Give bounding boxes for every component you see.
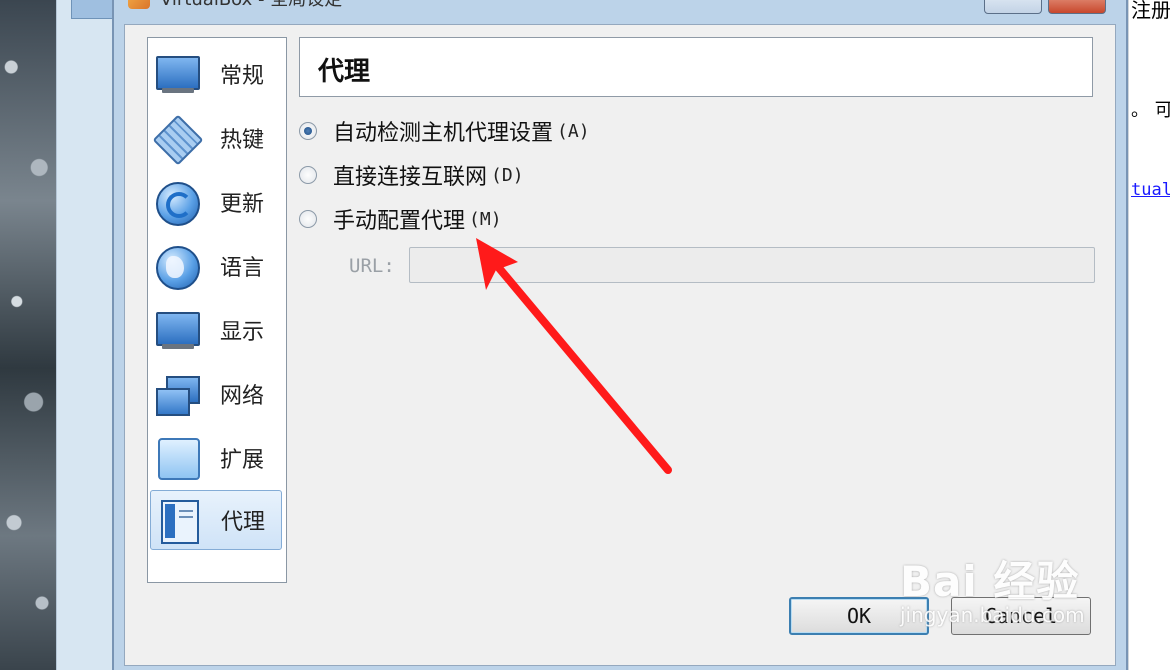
keyboard-icon [152, 114, 204, 166]
url-label: URL: [349, 255, 395, 277]
proxy-icon [155, 498, 203, 544]
url-input[interactable] [409, 247, 1095, 283]
desktop-wallpaper [0, 0, 56, 670]
proxy-option-auto[interactable]: 自动检测主机代理设置 (A) [299, 115, 590, 147]
sidebar-item-label: 语言 [220, 256, 265, 281]
accelerator-key: (M) [469, 208, 502, 230]
sidebar-item-label: 更新 [220, 192, 265, 217]
radio-button[interactable] [299, 166, 317, 184]
background-window-strip [56, 0, 113, 670]
background-link[interactable]: tual [1131, 180, 1170, 200]
accelerator-key: (D) [491, 164, 524, 186]
page-header: 代理 [299, 37, 1093, 97]
settings-sidebar: 常规 热键 更新 语言 显示 网络 扩展 代理 [147, 37, 287, 583]
proxy-option-manual[interactable]: 手动配置代理 (M) [299, 203, 502, 235]
refresh-globe-icon [154, 180, 202, 226]
sidebar-item-label: 扩展 [220, 448, 265, 473]
sidebar-item-label: 网络 [220, 384, 265, 409]
extension-icon [154, 436, 202, 480]
sidebar-item-label: 热键 [220, 128, 265, 153]
network-icon [154, 372, 202, 416]
radio-label: 自动检测主机代理设置 [333, 121, 554, 146]
proxy-option-direct[interactable]: 直接连接互联网 (D) [299, 159, 524, 191]
background-document: 注册 。 可 tual [1128, 0, 1170, 670]
monitor-icon [154, 52, 202, 96]
sidebar-item-hotkeys[interactable]: 热键 [150, 108, 282, 168]
sidebar-item-network[interactable]: 网络 [150, 364, 282, 424]
dialog-title: VirtualBox - 全局设定 [160, 0, 342, 11]
sidebar-item-language[interactable]: 语言 [150, 236, 282, 296]
background-text: 。 可 [1131, 100, 1170, 121]
radio-button[interactable] [299, 122, 317, 140]
sidebar-item-extensions[interactable]: 扩展 [150, 428, 282, 488]
sidebar-item-general[interactable]: 常规 [150, 44, 282, 104]
dialog-titlebar: VirtualBox - 全局设定 [128, 0, 342, 10]
sidebar-item-label: 代理 [221, 510, 266, 535]
radio-label: 手动配置代理 [333, 209, 466, 234]
sidebar-item-update[interactable]: 更新 [150, 172, 282, 232]
background-text: 注册 [1131, 0, 1170, 22]
watermark-site: jingyan.baidu.com [900, 603, 1085, 627]
close-button[interactable] [1048, 0, 1106, 14]
globe-icon [154, 244, 202, 290]
radio-label: 直接连接互联网 [333, 165, 488, 190]
background-tab [71, 0, 113, 19]
accelerator-key: (A) [557, 120, 590, 142]
radio-button[interactable] [299, 210, 317, 228]
watermark: Bai 经验 jingyan.baidu.com [900, 548, 1085, 627]
watermark-brand: Bai 经验 [900, 557, 1080, 606]
sidebar-item-proxy[interactable]: 代理 [150, 490, 282, 550]
sidebar-item-label: 显示 [220, 320, 265, 345]
sidebar-item-display[interactable]: 显示 [150, 300, 282, 360]
sidebar-item-label: 常规 [220, 64, 265, 89]
page-title: 代理 [318, 57, 371, 87]
maximize-button[interactable] [984, 0, 1042, 14]
virtualbox-icon [128, 0, 150, 9]
display-icon [154, 308, 202, 352]
